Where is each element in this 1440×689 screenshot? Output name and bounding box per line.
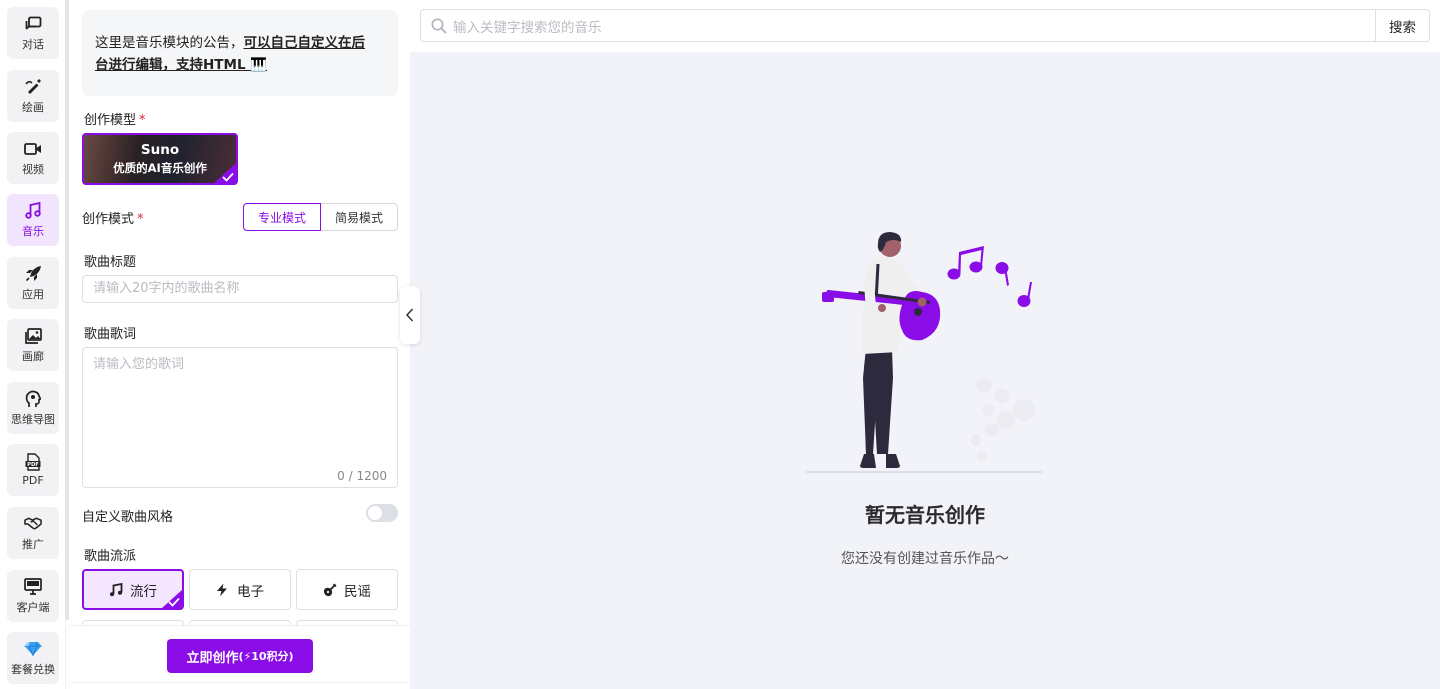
required-mark: * (137, 212, 144, 227)
search-icon (431, 18, 447, 34)
nav-item-chat[interactable]: 对话 (7, 7, 59, 59)
song-title-placeholder: 请输入20字内的歌曲名称 (93, 281, 240, 296)
monitor-icon (24, 578, 42, 596)
search-input[interactable]: 输入关键字搜索您的音乐 (420, 9, 1376, 42)
nav-label: 绘画 (22, 100, 44, 114)
music-main-area: 输入关键字搜索您的音乐 搜索 暂无音乐创作 您还没有创建过音乐作品～ (410, 0, 1440, 689)
announcement-link[interactable]: 台进行编辑，支持HTML 🎹 (95, 57, 267, 73)
lyrics-textarea[interactable]: 请输入您的歌词 0 / 1200 (82, 347, 398, 488)
empty-state-title: 暂无音乐创作 (865, 503, 985, 527)
nav-label: 画廊 (22, 349, 44, 363)
required-mark: * (139, 113, 146, 128)
nav-item-gallery[interactable]: 画廊 (7, 319, 59, 371)
genre-label: 歌曲流派 (84, 549, 137, 564)
head-brain-icon (24, 390, 42, 408)
empty-state-subtitle: 您还没有创建过音乐作品～ (841, 551, 1009, 567)
check-icon (168, 597, 180, 607)
model-name: Suno (140, 142, 180, 158)
gallery-icon (24, 327, 42, 345)
sidebar-scrollbar[interactable] (65, 0, 69, 620)
nav-item-pdf[interactable]: PDF PDF (7, 444, 59, 496)
nav-label: 对话 (22, 37, 44, 51)
song-title-label: 歌曲标题 (84, 255, 137, 270)
genre-electronic-button[interactable]: 电子 (189, 569, 291, 610)
search-button[interactable]: 搜索 (1375, 9, 1430, 42)
nav-item-client[interactable]: 客户端 (7, 570, 59, 622)
sidebar-nav: 对话 绘画 视频 音乐 应用 画廊 思维导图 PDF PDF 推广 客户端 套餐… (0, 0, 66, 689)
floating-notes (947, 246, 1032, 307)
guitar-icon (323, 583, 337, 597)
handshake-icon (24, 515, 42, 533)
genre-pop-button[interactable]: 流行 (82, 569, 184, 610)
music-note-icon (109, 582, 123, 597)
chat-icon (24, 15, 42, 33)
background-dots (970, 377, 1035, 461)
announcement-link[interactable]: 可以自己自定义在后 (244, 35, 366, 51)
custom-style-label: 自定义歌曲风格 (82, 510, 174, 525)
nav-label: 视频 (22, 162, 44, 176)
nav-label: 推广 (22, 537, 44, 551)
nav-item-draw[interactable]: 绘画 (7, 70, 59, 122)
nav-label: 思维导图 (11, 412, 55, 426)
search-placeholder: 输入关键字搜索您的音乐 (453, 19, 602, 36)
search-bar: 输入关键字搜索您的音乐 搜索 (410, 0, 1440, 52)
lyrics-placeholder: 请输入您的歌词 (93, 357, 185, 372)
chevron-left-icon (406, 308, 414, 322)
nav-label: 应用 (22, 287, 44, 301)
nav-item-apps[interactable]: 应用 (7, 257, 59, 309)
check-icon (222, 172, 234, 182)
nav-item-music[interactable]: 音乐 (7, 194, 59, 246)
rocket-icon (24, 265, 42, 283)
nav-label: 客户端 (16, 600, 50, 614)
song-title-input[interactable]: 请输入20字内的歌曲名称 (82, 275, 398, 303)
mode-simple-button[interactable]: 简易模式 (320, 203, 398, 231)
genre-label-text: 电子 (237, 583, 264, 600)
announcement-box: 这里是音乐模块的公告，可以自己自定义在后台进行编辑，支持HTML 🎹 (82, 10, 398, 96)
diamond-icon (24, 640, 42, 658)
nav-label: PDF (22, 474, 44, 487)
nav-item-promote[interactable]: 推广 (7, 507, 59, 559)
create-cost: (⚡10积分) (238, 650, 294, 663)
mode-label: 创作模式 * (82, 212, 144, 227)
nav-label: 音乐 (22, 224, 44, 238)
music-note-icon (24, 202, 42, 220)
nav-label: 套餐兑换 (11, 662, 55, 676)
lyrics-label: 歌曲歌词 (84, 327, 137, 342)
model-label: 创作模型 * (84, 113, 146, 128)
lyrics-char-count: 0 / 1200 (337, 469, 387, 483)
empty-state-illustration (806, 232, 1042, 473)
genre-label-text: 民谣 (344, 583, 371, 600)
svg-text:PDF: PDF (27, 462, 39, 468)
panel-footer: 立即创作 (⚡10积分) (70, 625, 410, 683)
music-settings-panel: 这里是音乐模块的公告，可以自己自定义在后台进行编辑，支持HTML 🎹 创作模型 *… (70, 0, 410, 689)
genre-label-text: 流行 (130, 583, 157, 600)
announcement-text: 这里是音乐模块的公告， (95, 35, 244, 51)
brush-icon (24, 78, 42, 96)
nav-item-package[interactable]: 套餐兑换 (7, 632, 59, 684)
create-button[interactable]: 立即创作 (⚡10积分) (167, 639, 313, 673)
collapse-panel-button[interactable] (400, 286, 420, 344)
model-card-suno[interactable]: Suno 优质的AI音乐创作 (82, 133, 238, 185)
genre-folk-button[interactable]: 民谣 (296, 569, 398, 610)
toggle-knob (368, 506, 382, 520)
video-icon (24, 140, 42, 158)
lightning-icon (216, 583, 230, 597)
pdf-icon: PDF (24, 453, 42, 471)
mode-pro-button[interactable]: 专业模式 (243, 203, 321, 231)
nav-item-mindmap[interactable]: 思维导图 (7, 382, 59, 434)
custom-style-toggle[interactable] (366, 504, 398, 522)
create-button-label: 立即创作 (186, 650, 239, 666)
nav-item-video[interactable]: 视频 (7, 132, 59, 184)
